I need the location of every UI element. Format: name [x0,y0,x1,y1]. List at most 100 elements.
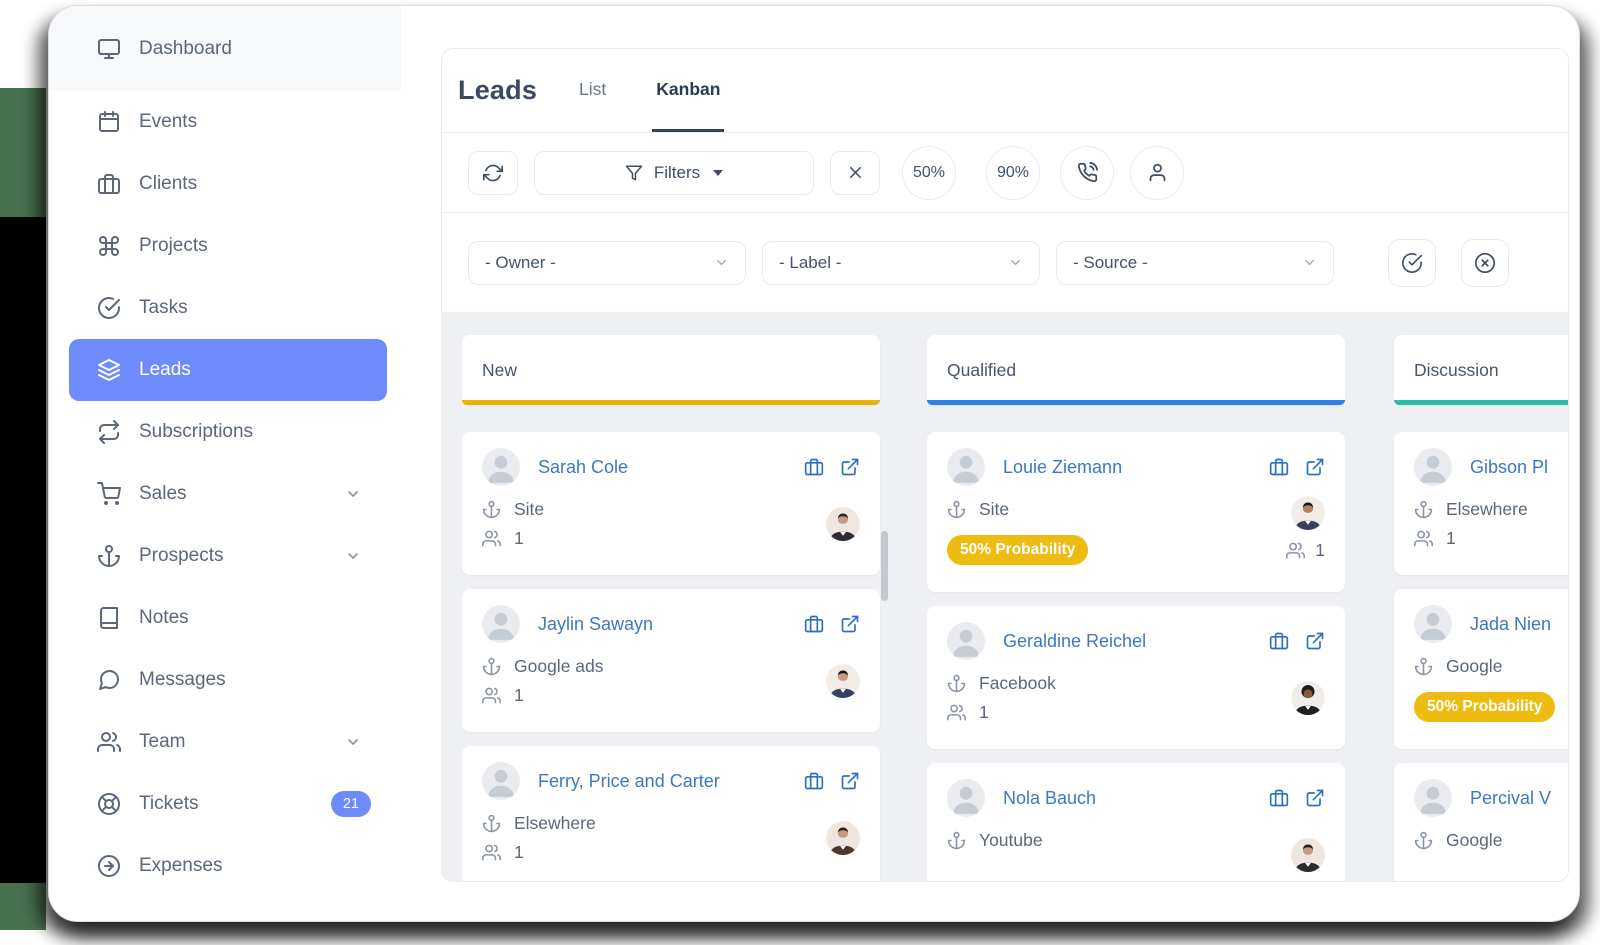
lead-name-link[interactable]: Sarah Cole [538,457,628,478]
briefcase-icon[interactable] [804,614,824,634]
avatar-placeholder [1414,448,1452,486]
sidebar-item-team[interactable]: Team [69,711,387,773]
sidebar-item-label: Prospects [139,545,223,567]
lead-card[interactable]: Percival V Google [1394,763,1568,882]
lead-name-link[interactable]: Louie Ziemann [1003,457,1122,478]
lead-card[interactable]: Jada Nien Google 50% Probability [1394,589,1568,749]
sidebar-item-clients[interactable]: Clients [69,153,387,215]
sidebar-item-leads[interactable]: Leads [69,339,387,401]
briefcase-icon[interactable] [1269,457,1289,477]
contact-avatar[interactable] [826,821,860,855]
anchor-icon [947,674,966,693]
briefcase-icon[interactable] [804,771,824,791]
lead-source: Elsewhere [1446,499,1528,520]
column-scrollbar[interactable] [881,531,888,601]
sidebar-item-events[interactable]: Events [69,91,387,153]
tab-list[interactable]: List [575,49,610,132]
lead-name-link[interactable]: Percival V [1470,788,1551,809]
lead-count: 1 [1446,528,1456,549]
chevron-down-icon [345,486,361,502]
lead-card[interactable]: Geraldine Reichel Facebook 1 [927,606,1345,749]
page-title: Leads [458,75,537,106]
cart-icon [97,482,121,506]
briefcase-icon [97,172,121,196]
users-icon [1286,541,1305,560]
sidebar-item-projects[interactable]: Projects [69,215,387,277]
sidebar-item-subscriptions[interactable]: Subscriptions [69,401,387,463]
contact-avatar[interactable] [826,507,860,541]
contact-avatar[interactable] [1291,496,1325,530]
panel-header: Leads List Kanban [442,49,1568,133]
chevron-down-icon [714,255,729,270]
avatar-placeholder [947,448,985,486]
calendar-icon [97,110,121,134]
lead-card[interactable]: Jaylin Sawayn Google ads 1 [462,589,880,732]
external-link-icon[interactable] [840,614,860,634]
lead-name-link[interactable]: Jaylin Sawayn [538,614,653,635]
external-link-icon[interactable] [840,457,860,477]
sidebar-item-tickets[interactable]: Tickets 21 [69,773,387,835]
contact-avatar[interactable] [1291,838,1325,872]
call-filter-button[interactable] [1060,146,1114,200]
leads-panel: Leads List Kanban Filters 50% [441,48,1569,882]
lead-count: 1 [979,702,989,723]
filters-button[interactable]: Filters [534,151,814,195]
lifebuoy-icon [97,792,121,816]
lead-card[interactable]: Nola Bauch Youtube [927,763,1345,882]
clear-filters-button[interactable] [830,151,880,195]
sidebar-item-expenses[interactable]: Expenses [69,835,387,897]
lead-card[interactable]: Sarah Cole Site 1 [462,432,880,575]
toolbar: Filters 50% 90% [442,133,1568,213]
sidebar-item-dashboard[interactable]: Dashboard [49,6,401,91]
tab-kanban[interactable]: Kanban [652,49,724,132]
sidebar-item-tasks[interactable]: Tasks [69,277,387,339]
external-link-icon[interactable] [1305,631,1325,651]
briefcase-icon[interactable] [804,457,824,477]
lead-count: 1 [514,685,524,706]
lead-source: Google [1446,656,1502,677]
x-icon [846,163,865,182]
external-link-icon[interactable] [1305,788,1325,808]
owner-select-value: - Owner - [485,253,556,273]
refresh-icon [483,163,503,183]
column-cards: Gibson Pl Elsewhere 1 Jada Nien Google [1394,432,1568,882]
briefcase-icon[interactable] [1269,631,1289,651]
filters-button-label: Filters [654,163,700,183]
external-link-icon[interactable] [1305,457,1325,477]
anchor-icon [947,831,966,850]
apply-filters-button[interactable] [1388,239,1436,287]
reset-filters-button[interactable] [1461,239,1509,287]
probability-90-button[interactable]: 90% [986,146,1040,200]
chevron-down-icon [1302,255,1317,270]
label-select[interactable]: - Label - [762,241,1040,285]
briefcase-icon[interactable] [1269,788,1289,808]
owner-select[interactable]: - Owner - [468,241,746,285]
avatar-placeholder [1414,605,1452,643]
lead-card[interactable]: Gibson Pl Elsewhere 1 [1394,432,1568,575]
probability-badge: 50% Probability [1414,692,1555,722]
person-filter-button[interactable] [1130,146,1184,200]
lead-name-link[interactable]: Gibson Pl [1470,457,1548,478]
lead-name-link[interactable]: Geraldine Reichel [1003,631,1146,652]
sidebar-item-prospects[interactable]: Prospects [69,525,387,587]
layers-icon [97,358,121,382]
sidebar-item-notes[interactable]: Notes [69,587,387,649]
probability-50-button[interactable]: 50% [902,146,956,200]
sidebar-item-messages[interactable]: Messages [69,649,387,711]
refresh-button[interactable] [468,151,518,195]
sidebar-item-sales[interactable]: Sales [69,463,387,525]
lead-name-link[interactable]: Nola Bauch [1003,788,1096,809]
lead-card[interactable]: Ferry, Price and Carter Elsewhere 1 [462,746,880,882]
contact-avatar[interactable] [1291,681,1325,715]
contact-avatar[interactable] [826,664,860,698]
check-circle-icon [97,296,121,320]
tickets-count-badge: 21 [331,791,371,817]
external-link-icon[interactable] [840,771,860,791]
source-select[interactable]: - Source - [1056,241,1334,285]
lead-card[interactable]: Louie Ziemann Site 50% Probability 1 [927,432,1345,592]
filter-selects-row: - Owner - - Label - - Source - [442,213,1568,312]
lead-name-link[interactable]: Jada Nien [1470,614,1551,635]
column-title: Discussion [1414,360,1499,381]
column-new: New Sarah Cole [462,335,880,882]
lead-name-link[interactable]: Ferry, Price and Carter [538,771,720,792]
